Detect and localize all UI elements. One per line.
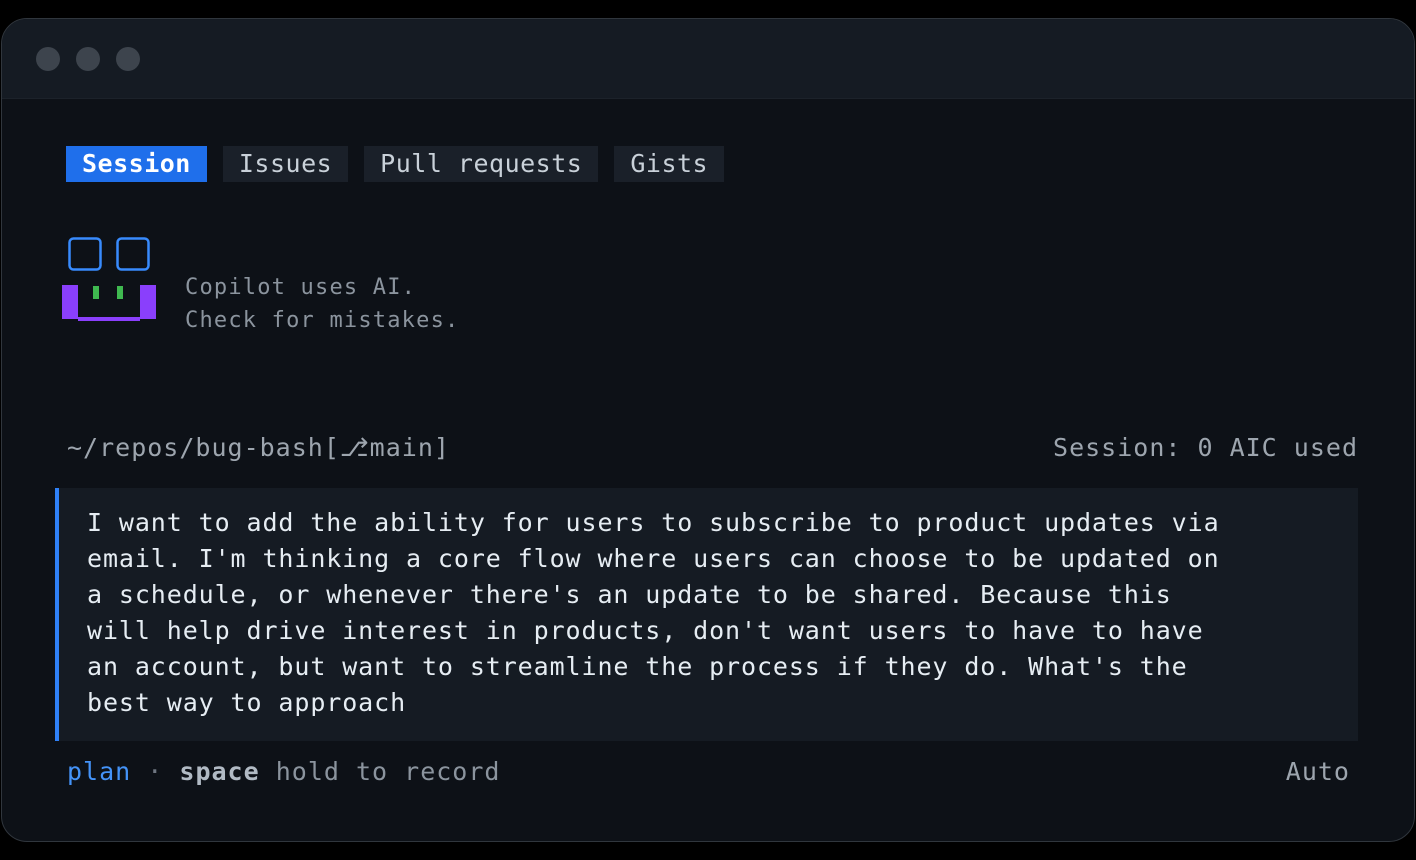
footer-hints: plan · space hold to record: [67, 757, 500, 786]
ai-disclaimer-line-2: Check for mistakes.: [185, 308, 460, 333]
record-key: space: [179, 757, 260, 786]
prompt-input[interactable]: I want to add the ability for users to s…: [55, 488, 1358, 741]
record-hint: hold to record: [275, 757, 501, 786]
model-selector[interactable]: Auto: [1286, 757, 1350, 786]
mascot-left-eye: [68, 237, 102, 271]
ai-disclaimer: Copilot uses AI. Check for mistakes.: [185, 271, 459, 337]
repo-path: ~/repos/bug-bash[⎇main]: [67, 433, 450, 462]
prompt-text[interactable]: I want to add the ability for users to s…: [87, 505, 1337, 721]
mascot-mouth: [78, 317, 140, 321]
tab-session[interactable]: Session: [66, 146, 207, 182]
tab-pull-requests[interactable]: Pull requests: [364, 146, 599, 182]
ai-disclaimer-line-1: Copilot uses AI.: [185, 275, 417, 300]
window-maximize-dot[interactable]: [116, 47, 140, 71]
session-usage: Session: 0 AIC used: [1053, 433, 1358, 462]
terminal-window: Session Issues Pull requests Gists Copil…: [1, 18, 1415, 842]
tab-gists[interactable]: Gists: [614, 146, 725, 182]
mode-label[interactable]: plan: [67, 757, 131, 786]
copilot-mascot-icon: [62, 237, 156, 321]
mascot-right-cheek: [140, 285, 156, 319]
window-minimize-dot[interactable]: [76, 47, 100, 71]
window-close-dot[interactable]: [36, 47, 60, 71]
footer-separator: ·: [147, 757, 164, 786]
mascot-right-tooth: [117, 286, 123, 299]
mascot-left-tooth: [93, 286, 99, 299]
mascot-right-eye: [116, 237, 150, 271]
tab-bar: Session Issues Pull requests Gists: [66, 146, 725, 182]
title-bar: [2, 19, 1414, 99]
mascot-left-cheek: [62, 285, 78, 319]
tab-issues[interactable]: Issues: [222, 146, 349, 182]
